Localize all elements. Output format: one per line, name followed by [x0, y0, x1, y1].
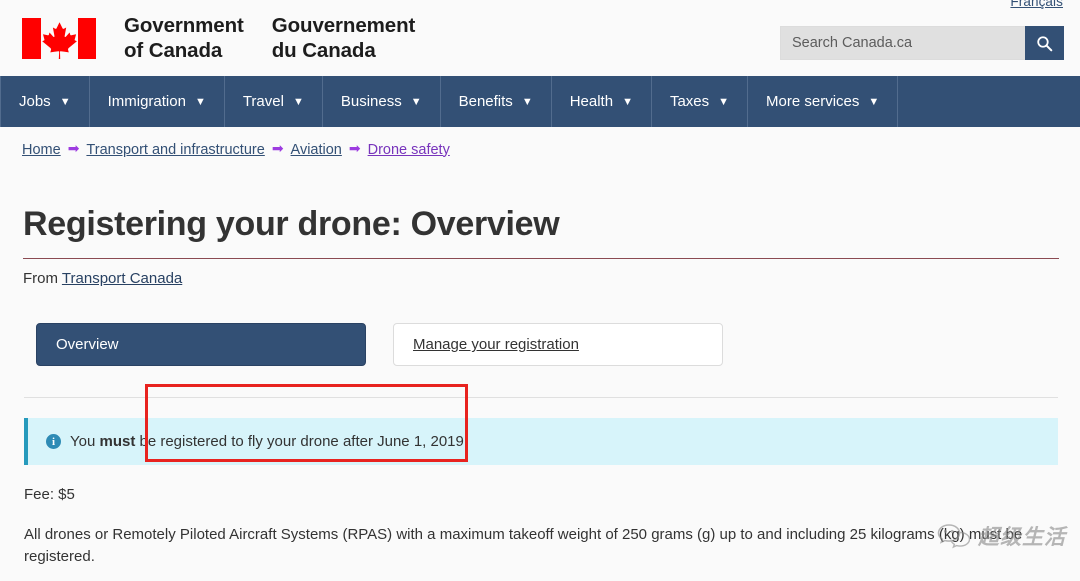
search-input[interactable]: [780, 26, 1025, 60]
goc-wordmark: Government of Canada Gouvernement du Can…: [124, 13, 415, 63]
watermark: 超级生活: [937, 521, 1066, 551]
search-icon: [1037, 35, 1053, 51]
tab-label: Manage your registration: [413, 336, 579, 354]
canada-flag-icon: [22, 17, 96, 59]
nav-item-more-services[interactable]: More services ▼: [748, 76, 899, 127]
language-toggle-link[interactable]: Français: [1010, 0, 1063, 9]
nav-item-health[interactable]: Health ▼: [552, 76, 652, 127]
arrow-right-icon: ➡: [67, 140, 80, 156]
page-tabs[interactable]: Overview Manage your registration: [36, 323, 1058, 367]
tab-label: Overview: [56, 336, 119, 354]
nav-item-taxes[interactable]: Taxes ▼: [652, 76, 749, 127]
wordmark-fr-line2: du Canada: [271, 39, 376, 62]
wordmark-en-line1: Government: [124, 14, 244, 37]
from-department-line: From Transport Canada: [23, 270, 1058, 287]
nav-item-jobs[interactable]: Jobs ▼: [0, 76, 90, 127]
search-button[interactable]: [1025, 26, 1064, 60]
nav-label: Travel: [242, 93, 284, 110]
nav-item-business[interactable]: Business ▼: [323, 76, 441, 127]
wechat-logo-icon: [937, 524, 971, 549]
main-content: Registering your drone: Overview From Tr…: [0, 205, 1080, 581]
body-paragraph-1: All drones or Remotely Piloted Aircraft …: [24, 526, 1023, 565]
from-prefix: From: [23, 270, 58, 288]
breadcrumb-item-transport-and-infrastructure[interactable]: Transport and infrastructure: [86, 142, 264, 158]
breadcrumb: Home ➡ Transport and infrastructure ➡ Av…: [0, 127, 1080, 170]
primary-navigation[interactable]: Jobs ▼ Immigration ▼ Travel ▼ Business ▼…: [0, 76, 1080, 127]
info-icon: i: [46, 434, 61, 450]
wordmark-fr-line1: Gouvernement: [271, 14, 416, 37]
chevron-down-icon: ▼: [718, 96, 730, 108]
chevron-down-icon: ▼: [59, 96, 71, 108]
nav-item-benefits[interactable]: Benefits ▼: [441, 76, 552, 127]
brand-lockup[interactable]: Government of Canada Gouvernement du Can…: [22, 13, 415, 63]
nav-label: Immigration: [107, 93, 186, 110]
tab-overview[interactable]: Overview: [36, 323, 366, 367]
tab-manage-your-registration[interactable]: Manage your registration: [393, 323, 723, 367]
nav-label: More services: [766, 93, 860, 110]
nav-label: Jobs: [19, 93, 51, 110]
watermark-text: 超级生活: [978, 525, 1066, 549]
chevron-down-icon: ▼: [292, 96, 304, 108]
fee-line: Fee: $5: [24, 486, 75, 504]
site-header: Français Government of Canada Gouverneme…: [0, 0, 1080, 76]
nav-label: Benefits: [458, 93, 513, 110]
nav-label: Taxes: [669, 93, 710, 110]
chevron-down-icon: ▼: [868, 96, 880, 108]
breadcrumb-item-aviation[interactable]: Aviation: [291, 142, 342, 158]
site-search[interactable]: [780, 26, 1064, 60]
info-alert: i You must be registered to fly your dro…: [24, 418, 1058, 466]
breadcrumb-item-drone-safety[interactable]: Drone safety: [368, 142, 450, 158]
section-divider: [24, 397, 1058, 399]
arrow-right-icon: ➡: [348, 140, 361, 156]
chevron-down-icon: ▼: [410, 96, 422, 108]
wordmark-en-line2: of Canada: [124, 39, 223, 62]
title-divider: [23, 258, 1059, 260]
nav-item-travel[interactable]: Travel ▼: [225, 76, 323, 127]
alert-text-bold: must: [99, 433, 136, 451]
alert-text-after: be registered to fly your drone after Ju…: [135, 433, 469, 451]
nav-item-immigration[interactable]: Immigration ▼: [90, 76, 225, 127]
alert-message: You must be registered to fly your drone…: [70, 433, 468, 450]
page-title: Registering your drone: Overview: [23, 205, 560, 243]
chevron-down-icon: ▼: [622, 96, 633, 108]
nav-label: Health: [569, 93, 614, 110]
alert-text-before: You: [70, 433, 100, 451]
nav-label: Business: [340, 93, 402, 110]
department-link[interactable]: Transport Canada: [62, 270, 182, 287]
arrow-right-icon: ➡: [271, 140, 284, 156]
breadcrumb-item-home[interactable]: Home: [22, 142, 61, 158]
maple-leaf-icon: [41, 21, 77, 59]
chevron-down-icon: ▼: [194, 96, 206, 108]
chevron-down-icon: ▼: [521, 96, 533, 108]
